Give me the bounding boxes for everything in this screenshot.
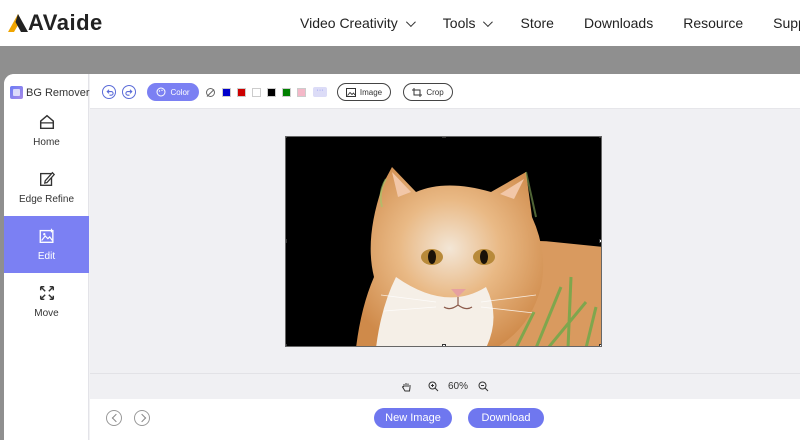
logo-mark-icon [6, 11, 30, 35]
sidebar-item-edit[interactable]: Edit [4, 216, 89, 273]
resize-handle[interactable] [599, 137, 601, 138]
sidebar-item-label: Edge Refine [18, 194, 75, 205]
site-logo[interactable]: AVaide [6, 9, 103, 37]
sidebar-item-label: Edit [37, 251, 56, 262]
redo-button[interactable] [122, 85, 136, 99]
zoom-in-button[interactable] [428, 381, 439, 395]
new-image-button[interactable]: New Image [374, 408, 452, 428]
swatch-blue[interactable] [222, 88, 231, 97]
nav-video-creativity[interactable]: Video Creativity [300, 15, 416, 31]
sidebar-item-label: Home [33, 137, 60, 148]
swatch-green[interactable] [282, 88, 291, 97]
nav-label: Resource [683, 15, 744, 31]
swatch-pink[interactable] [297, 88, 306, 97]
more-colors-button[interactable]: ··· [313, 87, 327, 97]
crop-button[interactable]: Crop [403, 83, 453, 101]
crop-button-label: Crop [426, 87, 444, 97]
swatch-white[interactable] [252, 88, 261, 97]
undo-icon [105, 88, 114, 96]
color-button[interactable]: Color [147, 83, 199, 101]
app-brand-name: BG Remover [26, 86, 90, 99]
nav-label: Tools [442, 15, 476, 31]
redo-icon [124, 88, 133, 96]
sidebar-item-home[interactable]: Home [4, 102, 89, 159]
nav-support[interactable]: Support [773, 15, 800, 31]
sidebar-item-label: Move [34, 308, 59, 319]
previous-button[interactable] [106, 410, 122, 426]
image-button[interactable]: Image [337, 83, 391, 101]
bg-remover-app: BG Remover Home Edge Refine Edit Move Co [4, 74, 800, 440]
image-button-label: Image [359, 87, 383, 97]
resize-handle[interactable] [442, 344, 446, 346]
home-icon [39, 114, 54, 130]
resize-handle[interactable] [286, 137, 287, 138]
resize-handle[interactable] [442, 137, 446, 138]
cat-image [286, 137, 601, 346]
canvas-area [90, 109, 800, 373]
next-button[interactable] [134, 410, 150, 426]
resize-handle[interactable] [286, 344, 287, 346]
undo-button[interactable] [102, 85, 116, 99]
bg-remover-logo-icon [10, 86, 23, 99]
no-color-icon[interactable] [206, 88, 215, 97]
palette-icon [156, 87, 166, 97]
sidebar-item-move[interactable]: Move [4, 273, 89, 330]
site-header: AVaide Video Creativity Tools Store Down… [0, 0, 800, 46]
site-nav: Video Creativity Tools Store Downloads R… [300, 0, 800, 46]
chevron-down-icon [483, 16, 494, 27]
chevron-down-icon [405, 16, 416, 27]
image-icon [345, 87, 356, 97]
hand-tool-button[interactable] [401, 381, 412, 395]
sidebar-item-edge-refine[interactable]: Edge Refine [4, 159, 89, 216]
nav-label: Store [520, 15, 554, 31]
crop-icon [412, 87, 423, 97]
nav-label: Video Creativity [300, 15, 398, 31]
download-button[interactable]: Download [468, 408, 544, 428]
edit-toolbar: Color ··· Image Crop [90, 74, 800, 109]
sidebar: BG Remover Home Edge Refine Edit Move [4, 74, 90, 440]
swatch-red[interactable] [237, 88, 246, 97]
logo-text: AVaide [28, 10, 103, 35]
nav-label: Support [773, 15, 800, 31]
nav-resource[interactable]: Resource [683, 15, 743, 31]
resize-handle[interactable] [599, 239, 601, 243]
resize-handle[interactable] [599, 344, 601, 346]
swatch-black[interactable] [267, 88, 276, 97]
zoom-out-button[interactable] [478, 381, 489, 395]
bottom-bar: New Image Download [90, 399, 800, 440]
nav-downloads[interactable]: Downloads [584, 15, 653, 31]
hand-icon [401, 383, 411, 392]
nav-tools[interactable]: Tools [442, 15, 494, 31]
zoom-in-icon [428, 381, 439, 392]
edit-pen-icon [39, 171, 55, 186]
move-arrows-icon [39, 285, 54, 301]
nav-label: Downloads [583, 15, 654, 31]
edited-image[interactable] [285, 136, 602, 347]
nav-store[interactable]: Store [520, 15, 553, 31]
zoom-level: 60% [448, 381, 469, 392]
zoom-bar: 60% [90, 373, 800, 399]
resize-handle[interactable] [286, 239, 287, 243]
color-button-label: Color [170, 87, 190, 97]
app-brand: BG Remover [10, 86, 90, 99]
zoom-out-icon [478, 381, 489, 392]
image-edit-icon [39, 228, 54, 243]
